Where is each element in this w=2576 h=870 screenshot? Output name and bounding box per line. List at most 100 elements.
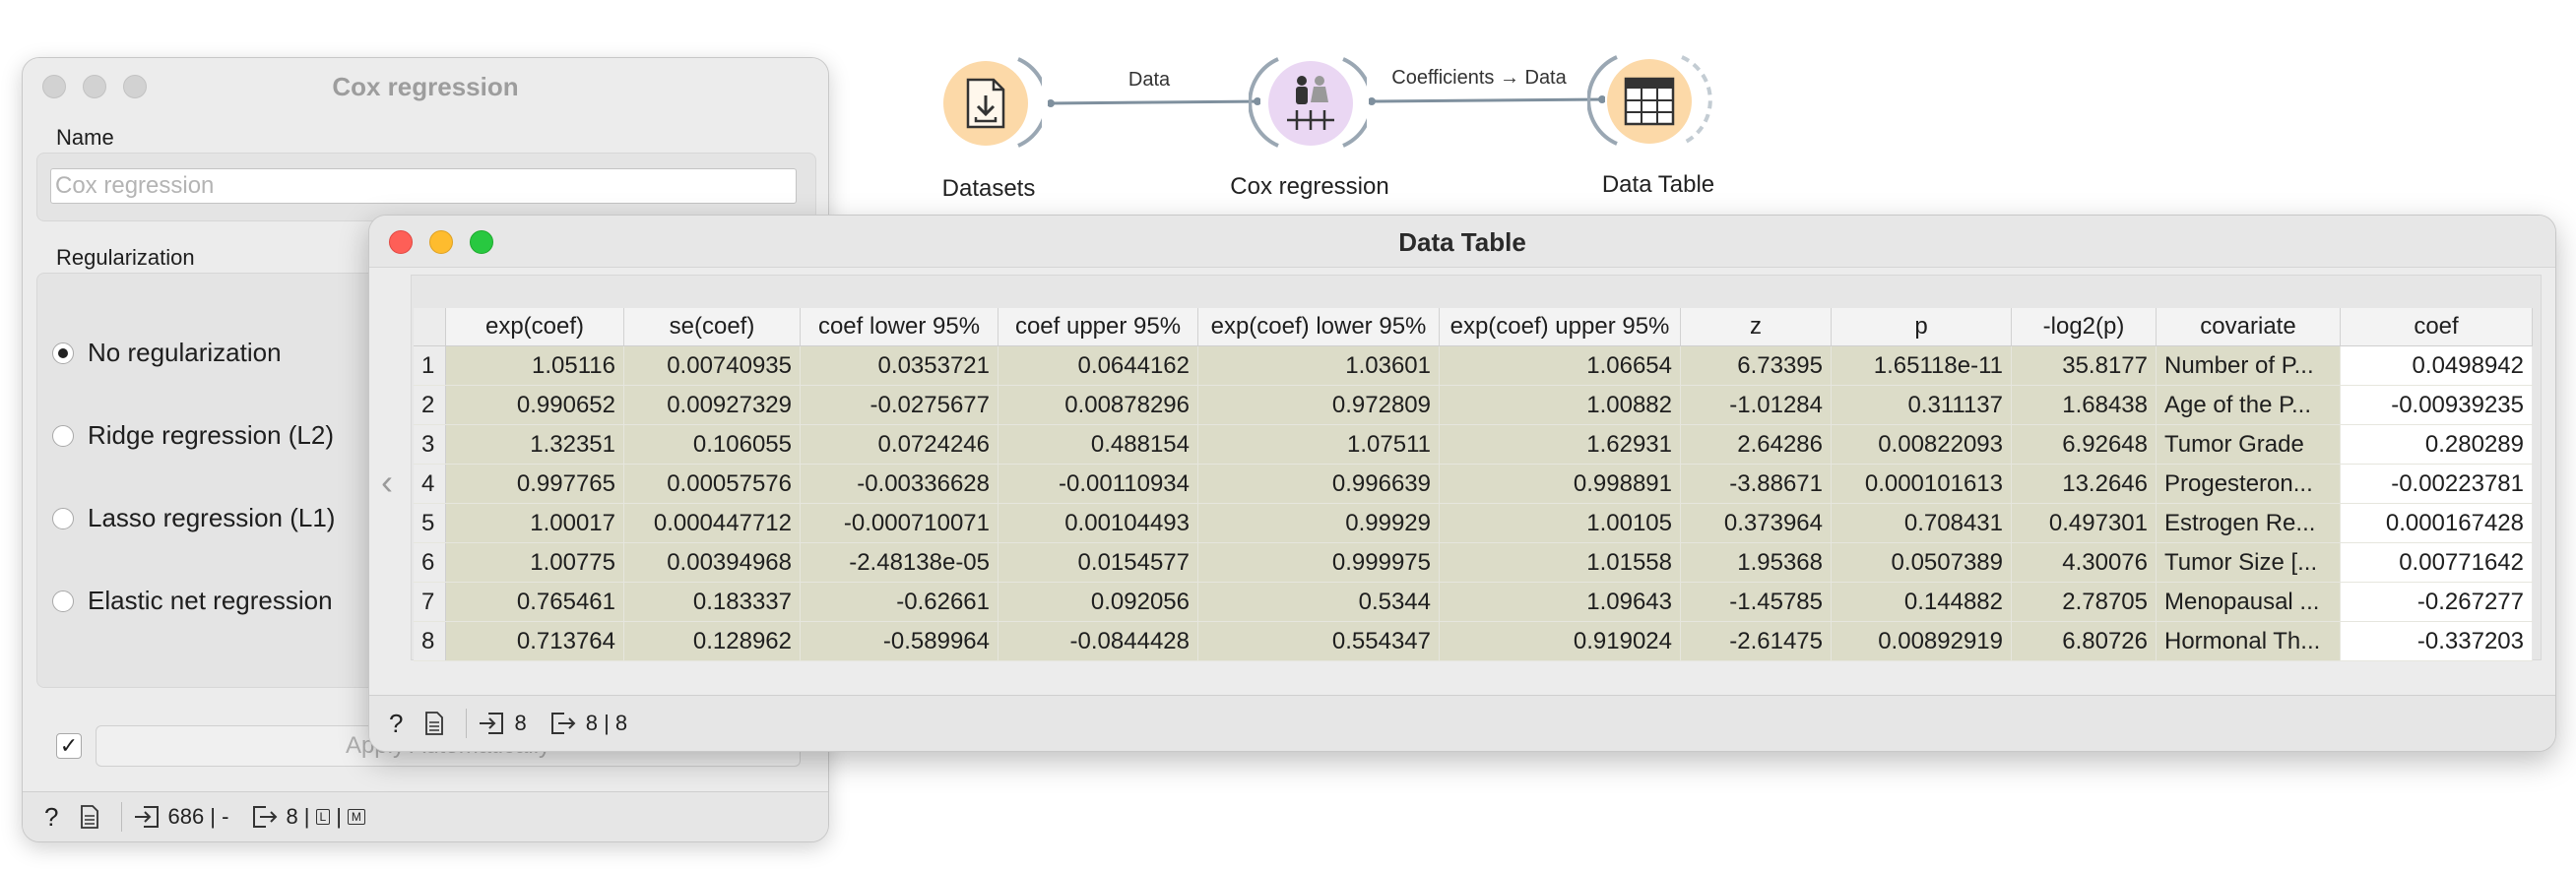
table-cell[interactable]: 0.00057576 bbox=[623, 464, 801, 504]
table-cell[interactable]: 0.554347 bbox=[1197, 621, 1440, 661]
table-cell[interactable]: -2.48138e-05 bbox=[800, 542, 998, 583]
link-cox-datatable[interactable] bbox=[1369, 87, 1605, 116]
table-cell[interactable]: 0.00878296 bbox=[998, 385, 1198, 425]
table-cell[interactable]: -0.000710071 bbox=[800, 503, 998, 543]
table-cell[interactable]: 0.128962 bbox=[623, 621, 801, 661]
report-icon[interactable] bbox=[80, 805, 99, 829]
row-number[interactable]: 8 bbox=[414, 621, 446, 661]
table-cell[interactable]: 0.0353721 bbox=[800, 345, 998, 386]
table-cell[interactable]: 1.05116 bbox=[445, 345, 624, 386]
table-cell[interactable]: -0.00336628 bbox=[800, 464, 998, 504]
table-cell[interactable]: -0.00939235 bbox=[2340, 385, 2533, 425]
table-cell[interactable]: 1.03601 bbox=[1197, 345, 1440, 386]
table-cell[interactable]: 1.06654 bbox=[1439, 345, 1681, 386]
table-cell[interactable]: Tumor Size [... bbox=[2156, 542, 2341, 583]
table-cell[interactable]: 1.07511 bbox=[1197, 424, 1440, 465]
table-cell[interactable]: -1.01284 bbox=[1680, 385, 1832, 425]
table-cell[interactable]: Number of P... bbox=[2156, 345, 2341, 386]
table-cell[interactable]: -0.337203 bbox=[2340, 621, 2533, 661]
corner-cell[interactable] bbox=[414, 308, 446, 346]
table-cell[interactable]: Estrogen Re... bbox=[2156, 503, 2341, 543]
table-cell[interactable]: 0.280289 bbox=[2340, 424, 2533, 465]
table-cell[interactable]: 0.00740935 bbox=[623, 345, 801, 386]
column-header[interactable]: se(coef) bbox=[623, 308, 801, 346]
link-datasets-cox[interactable] bbox=[1048, 89, 1260, 118]
column-header[interactable]: exp(coef) lower 95% bbox=[1197, 308, 1440, 346]
table-row[interactable]: 7 0.765461 0.183337 -0.62661 0.092056 0.5344 1… bbox=[414, 582, 2533, 622]
table-row[interactable]: 4 0.997765 0.00057576 -0.00336628 -0.0011093… bbox=[414, 464, 2533, 504]
table-cell[interactable]: 1.68438 bbox=[2011, 385, 2157, 425]
column-header[interactable]: coef bbox=[2340, 308, 2533, 346]
table-cell[interactable]: 0.0498942 bbox=[2340, 345, 2533, 386]
table-cell[interactable]: 0.997765 bbox=[445, 464, 624, 504]
help-icon[interactable]: ? bbox=[389, 709, 403, 739]
radio-button[interactable] bbox=[52, 590, 74, 612]
table-cell[interactable]: 13.2646 bbox=[2011, 464, 2157, 504]
table-cell[interactable]: 0.00394968 bbox=[623, 542, 801, 583]
input-summary[interactable]: 686 | - bbox=[167, 804, 228, 830]
help-icon[interactable]: ? bbox=[44, 802, 58, 833]
table-cell[interactable]: Menopausal ... bbox=[2156, 582, 2341, 622]
table-cell[interactable]: 1.32351 bbox=[445, 424, 624, 465]
table-cell[interactable]: Age of the P... bbox=[2156, 385, 2341, 425]
table-cell[interactable]: 0.488154 bbox=[998, 424, 1198, 465]
table-cell[interactable]: 0.00892919 bbox=[1831, 621, 2012, 661]
table-cell[interactable]: -0.267277 bbox=[2340, 582, 2533, 622]
table-cell[interactable]: 0.106055 bbox=[623, 424, 801, 465]
table-cell[interactable]: 0.000101613 bbox=[1831, 464, 2012, 504]
table-cell[interactable]: 1.00882 bbox=[1439, 385, 1681, 425]
table-row[interactable]: 1 1.05116 0.00740935 0.0353721 0.0644162 1.03… bbox=[414, 345, 2533, 386]
radio-no-regularization[interactable]: No regularization bbox=[52, 338, 282, 368]
table-cell[interactable]: 1.00105 bbox=[1439, 503, 1681, 543]
table-cell[interactable]: -0.589964 bbox=[800, 621, 998, 661]
table-cell[interactable]: 0.183337 bbox=[623, 582, 801, 622]
chevron-left-icon[interactable]: ‹ bbox=[381, 462, 393, 503]
table-cell[interactable]: 0.998891 bbox=[1439, 464, 1681, 504]
column-header[interactable]: coef upper 95% bbox=[998, 308, 1198, 346]
table-cell[interactable]: 0.0507389 bbox=[1831, 542, 2012, 583]
node-cox-regression[interactable] bbox=[1249, 41, 1367, 159]
table-cell[interactable]: Hormonal Th... bbox=[2156, 621, 2341, 661]
output-summary[interactable]: 8 | bbox=[286, 804, 309, 830]
radio-button-selected[interactable] bbox=[52, 342, 74, 364]
datatable-titlebar[interactable]: Data Table bbox=[369, 216, 2555, 268]
table-cell[interactable]: 0.311137 bbox=[1831, 385, 2012, 425]
table-cell[interactable]: 0.144882 bbox=[1831, 582, 2012, 622]
row-number[interactable]: 6 bbox=[414, 542, 446, 583]
row-number[interactable]: 7 bbox=[414, 582, 446, 622]
table-cell[interactable]: 0.00771642 bbox=[2340, 542, 2533, 583]
table-cell[interactable]: 1.00017 bbox=[445, 503, 624, 543]
table-cell[interactable]: -3.88671 bbox=[1680, 464, 1832, 504]
table-cell[interactable]: 0.0154577 bbox=[998, 542, 1198, 583]
table-cell[interactable]: -2.61475 bbox=[1680, 621, 1832, 661]
column-header[interactable]: z bbox=[1680, 308, 1832, 346]
column-header[interactable]: exp(coef) bbox=[445, 308, 624, 346]
table-cell[interactable]: 0.373964 bbox=[1680, 503, 1832, 543]
radio-button[interactable] bbox=[52, 507, 74, 529]
table-cell[interactable]: 0.996639 bbox=[1197, 464, 1440, 504]
table-cell[interactable]: 0.00927329 bbox=[623, 385, 801, 425]
table-cell[interactable]: 1.09643 bbox=[1439, 582, 1681, 622]
table-cell[interactable]: 0.99929 bbox=[1197, 503, 1440, 543]
table-cell[interactable]: 0.999975 bbox=[1197, 542, 1440, 583]
table-cell[interactable]: -0.62661 bbox=[800, 582, 998, 622]
table-cell[interactable]: 0.990652 bbox=[445, 385, 624, 425]
row-number[interactable]: 1 bbox=[414, 345, 446, 386]
column-header[interactable]: p bbox=[1831, 308, 2012, 346]
table-cell[interactable]: 0.5344 bbox=[1197, 582, 1440, 622]
radio-ridge-regression[interactable]: Ridge regression (L2) bbox=[52, 420, 334, 451]
table-cell[interactable]: 2.64286 bbox=[1680, 424, 1832, 465]
table-cell[interactable]: 0.713764 bbox=[445, 621, 624, 661]
table-cell[interactable]: 0.765461 bbox=[445, 582, 624, 622]
row-number[interactable]: 4 bbox=[414, 464, 446, 504]
column-header[interactable]: covariate bbox=[2156, 308, 2341, 346]
table-cell[interactable]: 0.000447712 bbox=[623, 503, 801, 543]
input-summary[interactable]: 8 bbox=[514, 711, 526, 736]
table-cell[interactable]: 0.092056 bbox=[998, 582, 1198, 622]
table-cell[interactable]: -0.0275677 bbox=[800, 385, 998, 425]
name-input[interactable]: Cox regression bbox=[50, 168, 797, 204]
output-summary[interactable]: 8 | 8 bbox=[586, 711, 627, 736]
table-cell[interactable]: 0.972809 bbox=[1197, 385, 1440, 425]
table-row[interactable]: 3 1.32351 0.106055 0.0724246 0.488154 1.07511… bbox=[414, 424, 2533, 465]
table-cell[interactable]: 6.80726 bbox=[2011, 621, 2157, 661]
